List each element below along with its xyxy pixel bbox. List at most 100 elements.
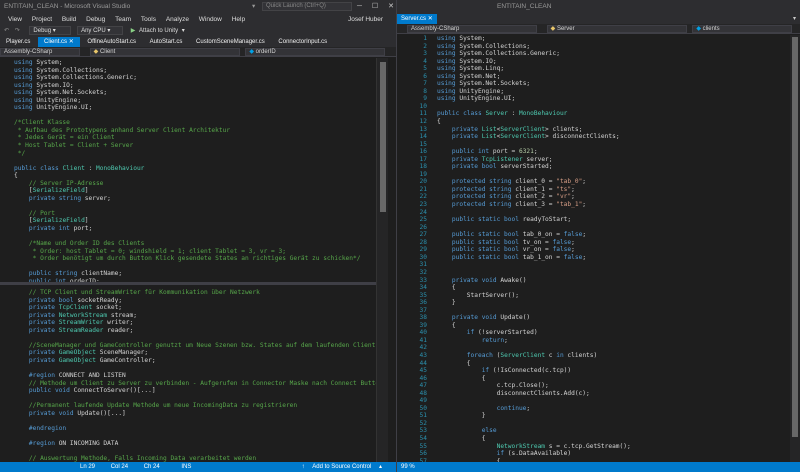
scroll-thumb[interactable] <box>380 62 386 212</box>
code-line[interactable]: // Port <box>14 210 376 218</box>
tab-customscenemanager[interactable]: CustomSceneManager.cs <box>190 37 271 47</box>
tab-server[interactable]: Server.cs ✕ <box>397 14 437 24</box>
attach-button[interactable]: Attach to Unity <box>139 28 178 34</box>
code-line[interactable]: { <box>14 172 376 180</box>
code-line[interactable]: public static bool vr_on = false; <box>437 246 790 254</box>
code-line[interactable]: using System.IO; <box>437 58 790 66</box>
code-line[interactable] <box>437 103 790 111</box>
code-line[interactable] <box>14 417 376 425</box>
menu-help[interactable]: Help <box>232 14 245 25</box>
code-line[interactable]: if (s.DataAvailable) <box>437 450 790 458</box>
code-line[interactable] <box>437 269 790 277</box>
code-line[interactable]: private string server; <box>14 195 376 203</box>
code-line[interactable] <box>14 432 376 440</box>
code-line[interactable] <box>14 364 376 372</box>
project-dropdown-right[interactable]: Assembly-CSharp <box>407 25 537 33</box>
code-line[interactable]: private List<ServerClient> clients; <box>437 126 790 134</box>
code-line[interactable]: */ <box>14 150 376 158</box>
code-line[interactable]: #region CONNECT AND LISTEN <box>14 372 376 380</box>
tab-offlineautostart[interactable]: OffineAutoStart.cs <box>81 37 142 47</box>
play-icon[interactable]: ▶ <box>131 28 136 34</box>
close-icon[interactable]: ✕ <box>388 3 394 10</box>
chevron-down-icon[interactable]: ▾ <box>182 28 185 34</box>
chevron-down-icon[interactable]: ▾ <box>793 14 796 24</box>
code-line[interactable]: private void Awake() <box>437 277 790 285</box>
vertical-scrollbar[interactable] <box>376 58 388 462</box>
code-line[interactable] <box>437 171 790 179</box>
source-control-button[interactable]: ↑ Add to Source Control ▴ <box>296 462 382 472</box>
code-line[interactable]: using System.Collections; <box>437 43 790 51</box>
code-line[interactable]: return; <box>437 337 790 345</box>
code-line[interactable] <box>14 447 376 455</box>
code-line[interactable]: * Order benötigt um durch Button Klick g… <box>14 255 376 263</box>
code-line[interactable]: { <box>437 284 790 292</box>
code-line[interactable]: protected string client_2 = "vr"; <box>437 193 790 201</box>
code-line[interactable]: { <box>437 435 790 443</box>
code-line[interactable]: { <box>437 360 790 368</box>
undo-icon[interactable]: ↶ <box>4 28 9 34</box>
maximize-icon[interactable]: ☐ <box>372 3 378 10</box>
code-line[interactable]: using UnityEngine.UI; <box>437 95 790 103</box>
code-line[interactable] <box>14 395 376 403</box>
code-line[interactable]: using System.Linq; <box>437 65 790 73</box>
code-line[interactable]: public static bool tab_1_on = false; <box>437 254 790 262</box>
code-editor-right[interactable]: 1 2 3 4 5 6 7 8 9 10 11 12 13 14 15 16 1… <box>397 35 790 462</box>
code-line[interactable]: // Server IP-Adresse <box>14 180 376 188</box>
code-pane-right[interactable]: using System; using System.Collections; us… <box>437 35 790 462</box>
user-name[interactable]: Josef Huber <box>348 14 383 25</box>
code-line[interactable]: private void Update() <box>437 314 790 322</box>
code-editor-left[interactable]: using System; using System.Collections; us… <box>0 58 376 462</box>
menu-tools[interactable]: Tools <box>141 14 156 25</box>
code-line[interactable]: * Jedes Gerät = ein Client <box>14 134 376 142</box>
code-line[interactable]: #endregion <box>14 425 376 433</box>
menu-view[interactable]: View <box>8 14 22 25</box>
code-line[interactable]: private bool serverStarted; <box>437 163 790 171</box>
menu-debug[interactable]: Debug <box>86 14 105 25</box>
code-line[interactable] <box>14 202 376 210</box>
redo-icon[interactable]: ↷ <box>15 28 20 34</box>
code-line[interactable]: private StreamReader reader; <box>14 327 376 335</box>
code-line[interactable]: protected string client_1 = "ts"; <box>437 186 790 194</box>
code-line[interactable]: /*Client Klasse <box>14 119 376 127</box>
code-line[interactable]: public int port = 6321; <box>437 148 790 156</box>
tab-connectorinput[interactable]: ConnectorInput.cs <box>272 37 333 47</box>
code-line[interactable]: public class Server : MonoBehaviour <box>437 110 790 118</box>
code-line[interactable] <box>14 233 376 241</box>
code-line[interactable]: using System.Collections; <box>14 67 376 75</box>
menu-project[interactable]: Project <box>32 14 52 25</box>
code-line[interactable] <box>437 141 790 149</box>
code-line[interactable]: if (!serverStarted) <box>437 329 790 337</box>
code-line[interactable]: public static bool tab_0_on = false; <box>437 231 790 239</box>
code-line[interactable]: if (!IsConnected(c.tcp)) <box>437 367 790 375</box>
code-line[interactable]: using System.Net.Sockets; <box>14 89 376 97</box>
code-line[interactable] <box>437 261 790 269</box>
menu-build[interactable]: Build <box>62 14 76 25</box>
code-line[interactable]: using System; <box>437 35 790 43</box>
code-line[interactable]: private NetworkStream stream; <box>14 312 376 320</box>
code-line[interactable]: using System.Collections.Generic; <box>14 74 376 82</box>
split-divider[interactable] <box>0 282 376 285</box>
menu-team[interactable]: Team <box>115 14 131 25</box>
code-line[interactable]: using System.Net; <box>437 73 790 81</box>
quick-launch-input[interactable]: Quick Launch (Ctrl+Q) <box>262 2 352 11</box>
code-line[interactable]: else <box>437 427 790 435</box>
code-line[interactable]: private List<ServerClient> disconnectCli… <box>437 133 790 141</box>
code-line[interactable]: using System.Collections.Generic; <box>437 50 790 58</box>
code-line[interactable]: #region ON INCOMING DATA <box>14 440 376 448</box>
code-line[interactable] <box>14 334 376 342</box>
scroll-thumb-right[interactable] <box>792 37 798 437</box>
menu-analyze[interactable]: Analyze <box>166 14 189 25</box>
code-pane-top[interactable]: using System; using System.Collections; us… <box>14 59 376 285</box>
code-line[interactable]: [SerializeField] <box>14 187 376 195</box>
zoom-level[interactable]: 99 % <box>397 462 800 472</box>
code-line[interactable]: protected string client_3 = "tab_1"; <box>437 201 790 209</box>
code-line[interactable]: /*Name und Order ID des Clients <box>14 240 376 248</box>
code-line[interactable] <box>437 307 790 315</box>
code-line[interactable] <box>437 344 790 352</box>
code-line[interactable]: public class Client : MonoBehaviour <box>14 165 376 173</box>
code-line[interactable]: * Order: host Tablet = 0; windshield = 1… <box>14 248 376 256</box>
class-dropdown[interactable]: ◆ Client <box>89 48 240 56</box>
code-line[interactable]: [SerializeField] <box>14 217 376 225</box>
code-line[interactable]: } <box>437 412 790 420</box>
code-line[interactable]: protected string client_0 = "tab_0"; <box>437 178 790 186</box>
